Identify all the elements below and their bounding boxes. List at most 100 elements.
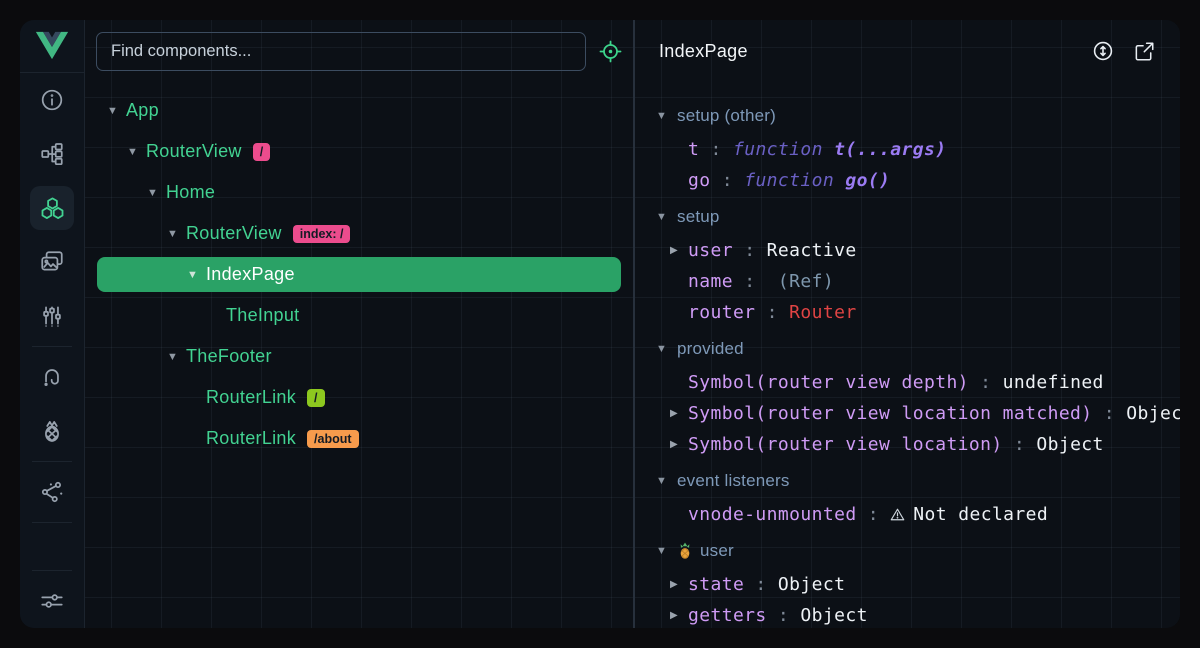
- entry-value: Object: [800, 605, 867, 626]
- expand-arrow-icon: ▼: [656, 343, 677, 355]
- graph-nodes-icon: [39, 479, 65, 505]
- inspector-title: IndexPage: [659, 41, 1091, 62]
- inspect-target-button[interactable]: [599, 40, 622, 63]
- sidebar-item-timeline-controls-icon[interactable]: [20, 289, 84, 343]
- key-value-separator: :: [755, 302, 789, 323]
- components-hexagons-icon: [39, 195, 66, 222]
- expand-arrow-icon[interactable]: ▶: [670, 439, 688, 450]
- section-title: user: [700, 541, 734, 561]
- entry-key: go: [688, 170, 710, 191]
- sidebar-item-components-hexagons-icon[interactable]: [20, 181, 84, 235]
- entry-value: Reactive: [767, 240, 857, 261]
- inspector-panel: IndexPage ▼setup (other)t : function t(.…: [635, 20, 1180, 628]
- sidebar-item-assets-images-icon[interactable]: [20, 235, 84, 289]
- info-circle-icon: [39, 87, 65, 113]
- entry-state[interactable]: ▶state : Object: [635, 569, 1180, 600]
- warning-icon: [890, 507, 905, 522]
- tree-node-home[interactable]: ▼Home: [97, 172, 621, 213]
- tree-header: [85, 20, 633, 82]
- section-setup[interactable]: ▼setup: [635, 199, 1180, 235]
- expand-arrow-icon: ▼: [656, 211, 677, 223]
- entry-router: router : Router: [635, 297, 1180, 328]
- expand-arrow-icon[interactable]: ▼: [167, 228, 186, 240]
- tree-node-thefooter[interactable]: ▼TheFooter: [97, 336, 621, 377]
- expand-arrow-icon[interactable]: ▼: [187, 269, 206, 281]
- sidebar-item-component-tree-icon[interactable]: [20, 127, 84, 181]
- expand-arrow-icon[interactable]: ▶: [670, 408, 688, 419]
- section-title: event listeners: [677, 471, 790, 491]
- function-keyword: function: [744, 170, 845, 191]
- route-badge: /about: [307, 430, 359, 448]
- component-tree: ▼App▼RouterView/▼Home▼RouterViewindex: /…: [85, 82, 633, 628]
- entry-symbol-router-view-location-matched[interactable]: ▶Symbol(router view location matched) : …: [635, 398, 1180, 429]
- open-external-button[interactable]: [1133, 40, 1156, 63]
- sidebar-item-pinia-pineapple-icon[interactable]: [20, 404, 84, 458]
- component-name: RouterLink: [206, 387, 296, 408]
- entry-user[interactable]: ▶user : Reactive: [635, 235, 1180, 266]
- mouse-scroll-icon: [1091, 39, 1115, 63]
- entry-key: name: [688, 271, 733, 292]
- key-value-separator: :: [969, 372, 1003, 393]
- entry-vnode-unmounted: vnode-unmounted : Not declared: [635, 499, 1180, 530]
- component-name: RouterView: [186, 223, 282, 244]
- expand-arrow-icon[interactable]: ▼: [107, 105, 126, 117]
- sidebar-item-graph-nodes-icon[interactable]: [20, 465, 84, 519]
- sidebar-nav: [20, 73, 84, 628]
- section-provided[interactable]: ▼provided: [635, 331, 1180, 367]
- sidebar-divider: [32, 461, 72, 462]
- route-badge: /: [253, 143, 270, 161]
- entry-key: Symbol(router view location): [688, 434, 1003, 455]
- inspect-target-icon: [599, 40, 622, 63]
- inspector-header: IndexPage: [635, 20, 1180, 82]
- expand-arrow-icon[interactable]: ▼: [147, 187, 166, 199]
- expand-arrow-icon[interactable]: ▶: [670, 610, 688, 621]
- function-signature: go(): [845, 170, 890, 191]
- settings-sliders-icon: [39, 588, 65, 614]
- sidebar-item-settings-sliders-icon[interactable]: [20, 574, 84, 628]
- tree-node-routerview[interactable]: ▼RouterView /: [97, 131, 621, 172]
- entry-key: user: [688, 240, 733, 261]
- vue-devtools-window: ▼App▼RouterView/▼Home▼RouterViewindex: /…: [20, 20, 1180, 628]
- component-name: TheFooter: [186, 346, 272, 367]
- expand-arrow-icon[interactable]: ▶: [670, 245, 688, 256]
- entry-key: Symbol(router view location matched): [688, 403, 1093, 424]
- key-value-separator: :: [733, 271, 767, 292]
- sidebar-item-info-circle-icon[interactable]: [20, 73, 84, 127]
- component-name: RouterLink: [206, 428, 296, 449]
- expand-arrow-icon: ▼: [656, 110, 677, 122]
- entry-key: Symbol(router view depth): [688, 372, 969, 393]
- assets-images-icon: [39, 249, 65, 275]
- section-event-listeners[interactable]: ▼event listeners: [635, 463, 1180, 499]
- expand-arrow-icon[interactable]: ▼: [127, 146, 146, 158]
- tree-node-routerlink[interactable]: RouterLink/: [97, 377, 621, 418]
- tree-node-indexpage[interactable]: ▼IndexPage: [97, 254, 621, 295]
- section-user[interactable]: ▼user: [635, 533, 1180, 569]
- section-setup-other[interactable]: ▼setup (other): [635, 98, 1180, 134]
- inspector-list: ▼setup (other)t : function t(...args)go …: [635, 82, 1180, 628]
- expand-arrow-icon[interactable]: ▼: [167, 351, 186, 363]
- section-title: provided: [677, 339, 744, 359]
- entry-symbol-router-view-location[interactable]: ▶Symbol(router view location) : Object: [635, 429, 1180, 460]
- expand-arrow-icon[interactable]: ▶: [670, 579, 688, 590]
- section-title: setup (other): [677, 106, 776, 126]
- entry-getters[interactable]: ▶getters : Object: [635, 600, 1180, 628]
- pinia-pineapple-icon: [39, 418, 65, 444]
- sidebar-item-router-hook-icon[interactable]: [20, 350, 84, 404]
- tree-node-routerlink[interactable]: RouterLink/about: [97, 418, 621, 459]
- sidebar: [20, 20, 85, 628]
- mouse-scroll-button[interactable]: [1091, 39, 1115, 63]
- entry-key: getters: [688, 605, 767, 626]
- entry-value: (Ref): [767, 271, 834, 292]
- entry-key: router: [688, 302, 755, 323]
- key-value-separator: :: [1003, 434, 1037, 455]
- tree-node-routerview[interactable]: ▼RouterViewindex: /: [97, 213, 621, 254]
- component-name: IndexPage: [206, 264, 295, 285]
- key-value-separator: :: [1093, 403, 1127, 424]
- entry-go: go : function go(): [635, 165, 1180, 196]
- entry-value: Object: [778, 574, 845, 595]
- section-title: setup: [677, 207, 720, 227]
- tree-node-app[interactable]: ▼App: [97, 90, 621, 131]
- tree-node-theinput[interactable]: TheInput: [97, 295, 621, 336]
- search-input[interactable]: [96, 32, 586, 71]
- component-name: RouterView: [146, 141, 242, 162]
